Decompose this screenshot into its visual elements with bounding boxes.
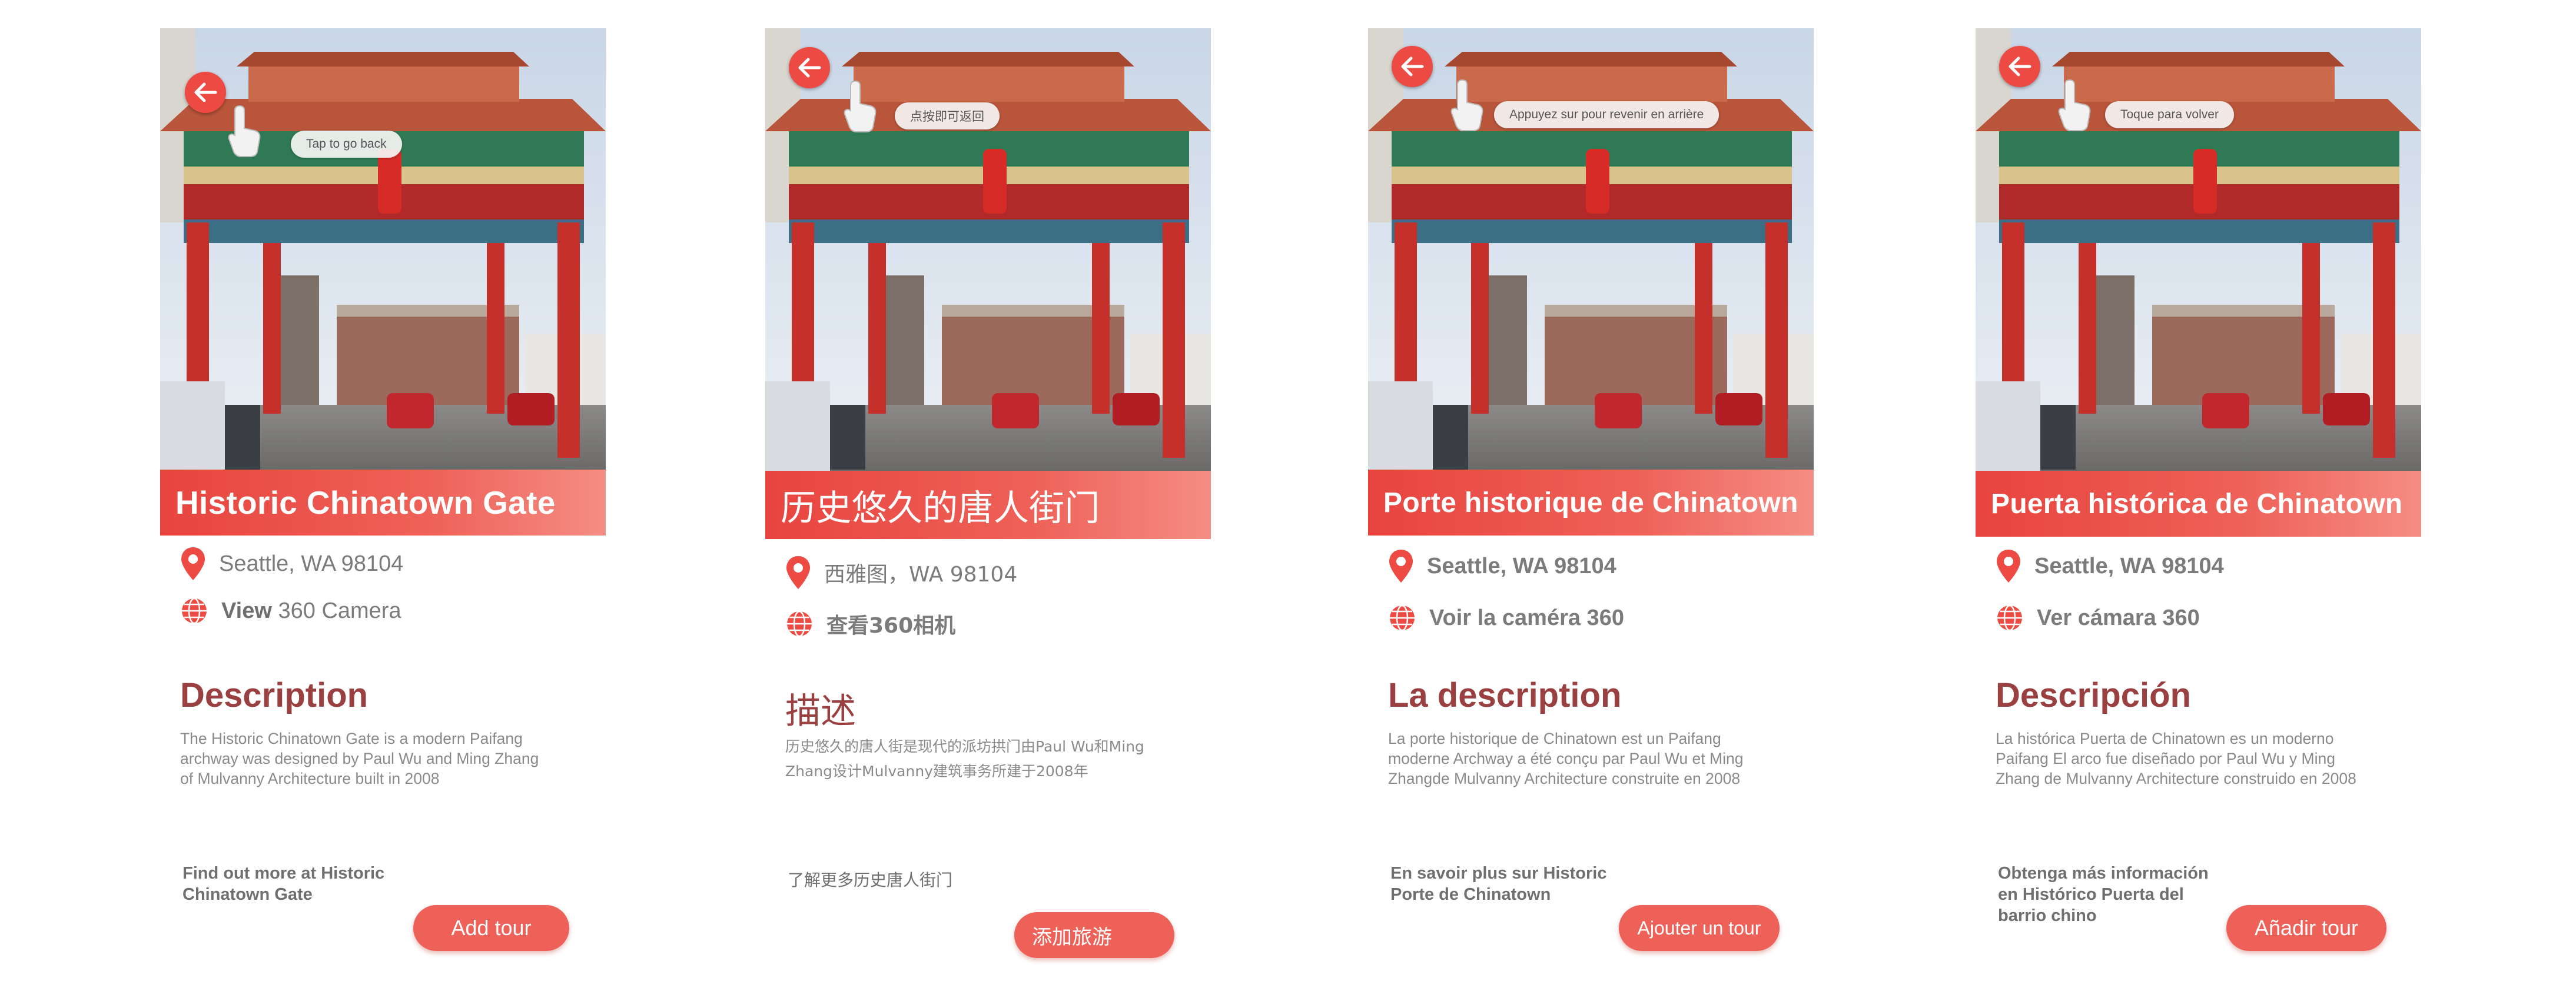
- globe-360-icon: [182, 597, 207, 624]
- location-row: 西雅图，WA 98104: [785, 555, 1017, 590]
- description-heading: Descripción: [1996, 676, 2191, 714]
- chinatown-gate-image: [160, 28, 606, 499]
- back-arrow-icon: [1401, 56, 1424, 77]
- description-line: of Mulvanny Architecture built in 2008: [180, 770, 440, 787]
- view-360-camera-row[interactable]: 查看360相机: [785, 608, 955, 639]
- description-line: archway was designed by Paul Wu and Ming…: [180, 750, 539, 767]
- find-out-more-line: Obtenga más información: [1998, 864, 2209, 883]
- description-line: moderne Archway a été conçu par Paul Wu …: [1388, 750, 1744, 767]
- tap-to-go-back-hint: Toque para volver: [2105, 101, 2234, 128]
- hand-pointer-icon: [228, 105, 261, 157]
- back-button[interactable]: [789, 47, 830, 88]
- description-line: The Historic Chinatown Gate is a modern …: [180, 730, 523, 747]
- globe-360-icon: [1390, 604, 1415, 631]
- view-360-camera-link[interactable]: View 360 Camera: [221, 598, 401, 624]
- description-heading: Description: [180, 676, 369, 714]
- description-line: Zhangde Mulvanny Architecture construite…: [1388, 770, 1741, 787]
- find-out-more-link[interactable]: En savoir plus sur Historic Porte de Chi…: [1390, 863, 1638, 905]
- tap-to-go-back-hint: Tap to go back: [291, 131, 402, 158]
- description-heading: La description: [1388, 676, 1622, 714]
- gate-photo: [1368, 28, 1814, 499]
- title-banner: Porte historique de Chinatown: [1368, 470, 1814, 536]
- hand-pointer-icon: [1450, 79, 1483, 131]
- tap-to-go-back-hint: Appuyez sur pour revenir en arrière: [1494, 101, 1719, 128]
- screen-spanish: Toque para volver Puerta histórica de Ch…: [1976, 28, 2421, 970]
- location-row: Seattle, WA 98104: [1996, 548, 2224, 584]
- find-out-more-link[interactable]: Find out more at Historic Chinatown Gate: [182, 863, 430, 905]
- camera-label: 360 Camera: [271, 598, 401, 623]
- description-text: The Historic Chinatown Gate is a modern …: [180, 729, 580, 789]
- location-pin-icon: [181, 547, 205, 580]
- back-arrow-icon: [798, 58, 821, 78]
- gate-photo: [160, 28, 606, 499]
- page-title: Porte historique de Chinatown: [1383, 487, 1798, 518]
- location-pin-icon: [1997, 550, 2020, 583]
- description-text: La histórica Puerta de Chinatown es un m…: [1996, 729, 2396, 789]
- find-out-more-line: Porte de Chinatown: [1390, 885, 1551, 904]
- description-line: La porte historique de Chinatown est un …: [1388, 730, 1721, 747]
- page-title: Puerta histórica de Chinatown: [1991, 488, 2403, 520]
- add-tour-button[interactable]: 添加旅游: [1014, 912, 1174, 958]
- location-text: Seattle, WA 98104: [219, 551, 404, 576]
- description-line: Zhang设计Mulvanny建筑事务所建于2008年: [785, 763, 1088, 780]
- add-tour-button[interactable]: Add tour: [413, 905, 569, 951]
- view-360-camera-row[interactable]: Voir la caméra 360: [1388, 604, 1624, 632]
- description-text: La porte historique de Chinatown est un …: [1388, 729, 1788, 789]
- chinatown-gate-image: [765, 28, 1211, 499]
- view-360-camera-link[interactable]: Voir la caméra 360: [1429, 606, 1624, 631]
- add-tour-button[interactable]: Añadir tour: [2226, 905, 2386, 951]
- location-text: Seattle, WA 98104: [1427, 553, 1616, 578]
- location-row: Seattle, WA 98104: [1388, 548, 1616, 584]
- location-text: Seattle, WA 98104: [2034, 553, 2224, 578]
- find-out-more-line: barrio chino: [1998, 906, 2097, 925]
- title-banner: Historic Chinatown Gate: [160, 470, 606, 536]
- tap-to-go-back-hint: 点按即可返回: [895, 102, 1000, 129]
- description-line: La histórica Puerta de Chinatown es un m…: [1996, 730, 2334, 747]
- location-pin-icon: [786, 556, 810, 589]
- find-out-more-line: En savoir plus sur Historic: [1390, 864, 1607, 883]
- globe-360-icon: [787, 610, 812, 637]
- hand-pointer-icon: [844, 80, 877, 132]
- view-360-camera-row[interactable]: Ver cámara 360: [1996, 604, 2200, 632]
- screen-chinese: 点按即可返回 历史悠久的唐人街门 西雅图，WA 98104 查看360相机 描述…: [765, 28, 1211, 970]
- view-360-camera-link[interactable]: 查看360相机: [826, 608, 955, 639]
- screen-french: Appuyez sur pour revenir en arrière Port…: [1368, 28, 1814, 970]
- page-title: Historic Chinatown Gate: [175, 484, 556, 521]
- back-button[interactable]: [1999, 46, 2040, 87]
- globe-360-icon: [1997, 604, 2022, 631]
- description-line: Zhang de Mulvanny Architecture construid…: [1996, 770, 2356, 787]
- add-tour-button[interactable]: Ajouter un tour: [1619, 905, 1780, 951]
- find-out-more-line: Find out more at Historic: [182, 864, 385, 883]
- find-out-more-line: Chinatown Gate: [182, 885, 313, 904]
- description-line: 历史悠久的唐人街是现代的派坊拱门由Paul Wu和Ming: [785, 738, 1144, 755]
- page-title: 历史悠久的唐人街门: [781, 487, 1100, 529]
- back-button[interactable]: [185, 72, 226, 113]
- description-line: Paifang El arco fue diseñado por Paul Wu…: [1996, 750, 2335, 767]
- back-arrow-icon: [2009, 56, 2031, 77]
- title-banner: Puerta histórica de Chinatown: [1976, 471, 2421, 537]
- gate-photo: [1976, 28, 2421, 499]
- find-out-more-link[interactable]: Obtenga más información en Histórico Pue…: [1998, 863, 2245, 926]
- chinatown-gate-image: [1368, 28, 1814, 499]
- back-arrow-icon: [194, 82, 217, 102]
- location-text: 西雅图，WA 98104: [824, 563, 1018, 587]
- find-out-more-link[interactable]: 了解更多历史唐人街门: [788, 870, 1035, 891]
- chinatown-gate-image: [1976, 28, 2421, 499]
- screen-english: Tap to go back Historic Chinatown Gate S…: [160, 28, 606, 970]
- location-row: Seattle, WA 98104: [180, 546, 403, 581]
- back-button[interactable]: [1392, 46, 1433, 87]
- location-pin-icon: [1389, 550, 1413, 583]
- description-heading: 描述: [785, 691, 856, 732]
- view-360-camera-link[interactable]: Ver cámara 360: [2037, 606, 2200, 631]
- view-label: View: [221, 598, 272, 623]
- hand-pointer-icon: [2058, 79, 2091, 131]
- gate-photo: [765, 28, 1211, 499]
- description-text: 历史悠久的唐人街是现代的派坊拱门由Paul Wu和Ming Zhang设计Mul…: [785, 734, 1197, 784]
- title-banner: 历史悠久的唐人街门: [765, 471, 1211, 539]
- view-360-camera-row[interactable]: View 360 Camera: [180, 597, 401, 625]
- find-out-more-line: en Histórico Puerta del: [1998, 885, 2184, 904]
